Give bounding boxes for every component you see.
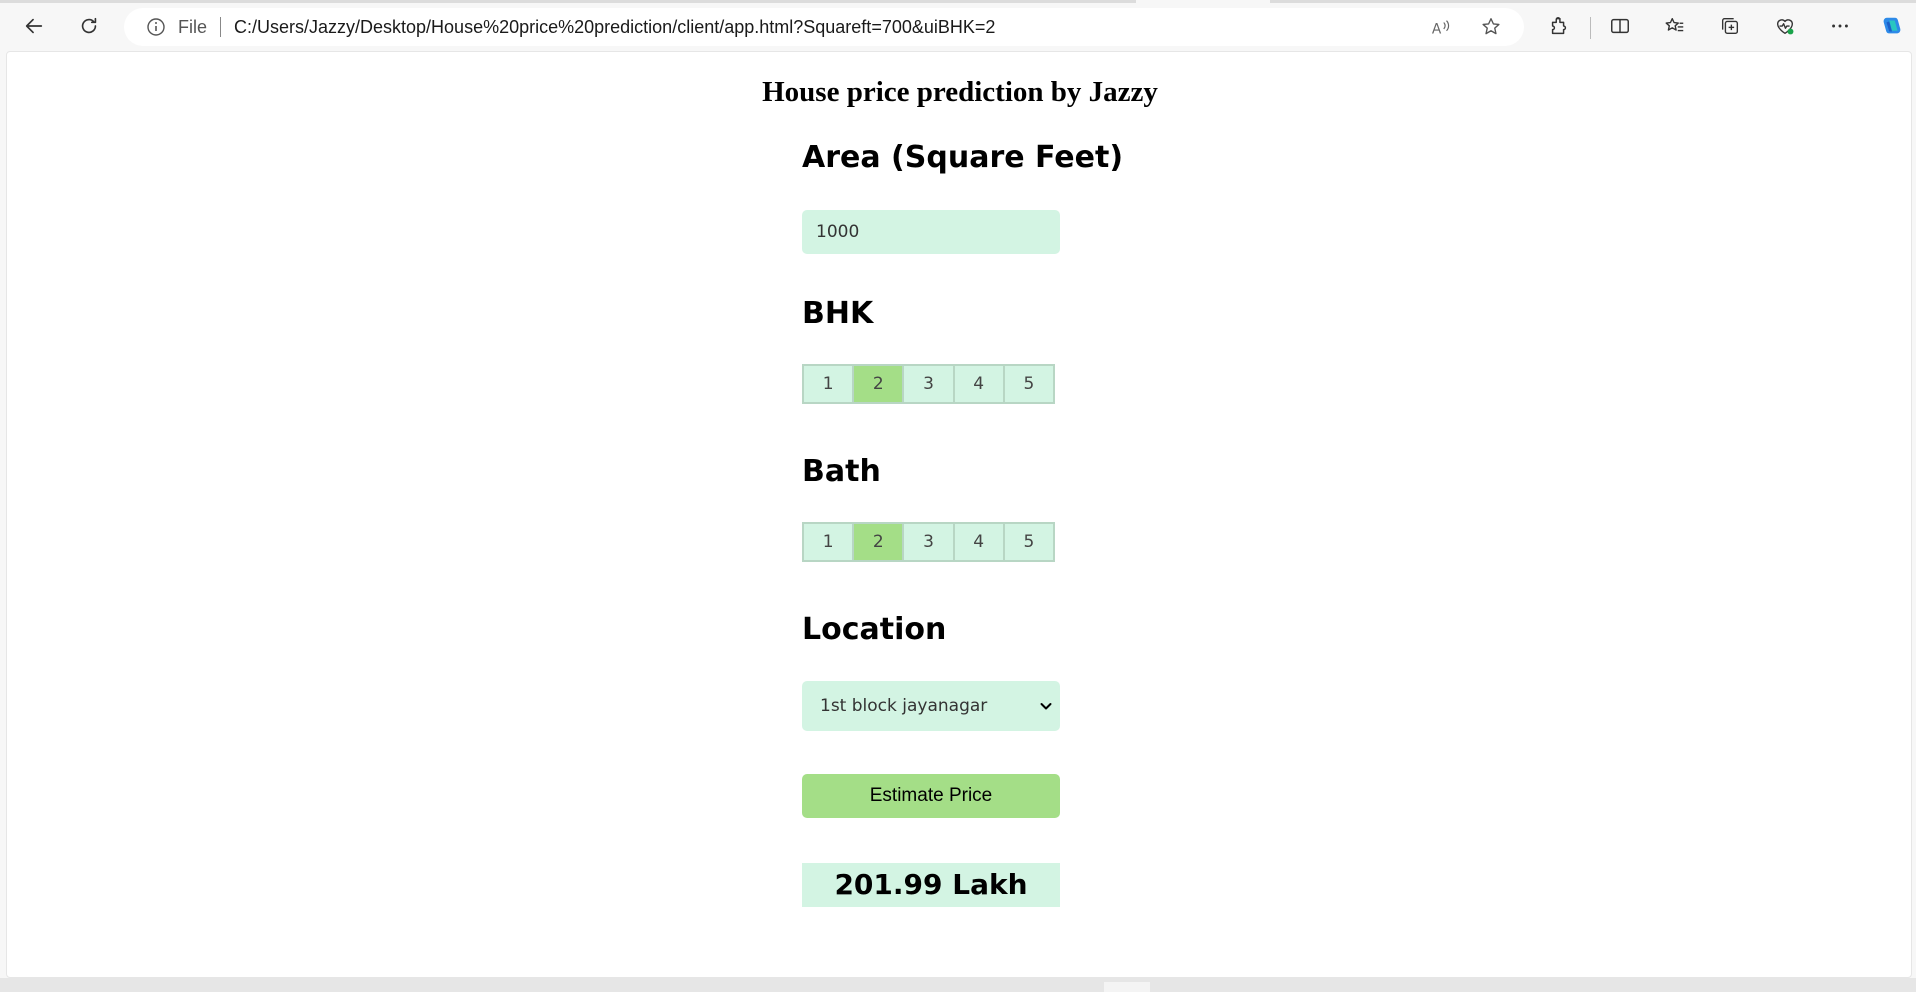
browser-essentials-icon[interactable] xyxy=(1767,8,1803,44)
bath-option-2[interactable]: 2 xyxy=(854,524,905,560)
bhk-option-2[interactable]: 2 xyxy=(854,366,905,402)
browser-toolbar: File C:/Users/Jazzy/Desktop/House%20pric… xyxy=(0,0,1916,50)
bath-option-1[interactable]: 1 xyxy=(804,524,855,560)
split-screen-icon[interactable] xyxy=(1602,8,1638,44)
bhk-option-4[interactable]: 4 xyxy=(954,366,1005,402)
info-icon[interactable] xyxy=(146,17,166,37)
svg-text:A: A xyxy=(1432,22,1442,38)
file-label: File xyxy=(178,17,208,37)
bottom-scrollbar[interactable] xyxy=(0,978,1916,992)
bath-radio-group: 1 2 3 4 5 xyxy=(802,522,1055,562)
tab-strip-edge xyxy=(1270,0,1916,3)
collections-icon[interactable] xyxy=(1712,8,1748,44)
page-title: House price prediction by Jazzy xyxy=(762,76,1158,108)
price-result: 201.99 Lakh xyxy=(802,863,1060,907)
area-input[interactable] xyxy=(802,210,1060,254)
location-select[interactable]: 1st block jayanagar xyxy=(802,681,1060,731)
area-label: Area (Square Feet) xyxy=(802,140,1124,175)
bath-option-5[interactable]: 5 xyxy=(1004,524,1054,560)
bhk-option-3[interactable]: 3 xyxy=(904,366,955,402)
bath-label: Bath xyxy=(802,454,881,489)
bhk-option-5[interactable]: 5 xyxy=(1004,366,1054,402)
chevron-down-icon xyxy=(1040,703,1052,710)
favorites-icon[interactable] xyxy=(1657,8,1693,44)
bath-option-3[interactable]: 3 xyxy=(904,524,955,560)
extensions-icon[interactable] xyxy=(1541,8,1577,44)
bhk-option-1[interactable]: 1 xyxy=(804,366,855,402)
address-divider xyxy=(220,17,221,37)
location-selected-value: 1st block jayanagar xyxy=(820,696,988,716)
tab-strip-edge xyxy=(0,0,1136,3)
scrollbar-thumb[interactable] xyxy=(1104,982,1150,992)
bhk-radio-group: 1 2 3 4 5 xyxy=(802,364,1055,404)
toolbar-divider xyxy=(1590,17,1591,39)
page-viewport: House price prediction by Jazzy Area (Sq… xyxy=(6,51,1912,978)
estimate-price-button[interactable]: Estimate Price xyxy=(802,774,1060,818)
copilot-icon[interactable] xyxy=(1874,8,1910,44)
bath-option-4[interactable]: 4 xyxy=(954,524,1005,560)
favorite-star-icon[interactable] xyxy=(1480,16,1502,38)
address-bar[interactable]: File C:/Users/Jazzy/Desktop/House%20pric… xyxy=(124,8,1524,46)
read-aloud-icon[interactable]: A xyxy=(1430,17,1452,39)
url-text[interactable]: C:/Users/Jazzy/Desktop/House%20price%20p… xyxy=(234,17,995,38)
location-label: Location xyxy=(802,612,947,647)
refresh-icon[interactable] xyxy=(71,8,107,44)
back-icon[interactable] xyxy=(16,8,52,44)
bhk-label: BHK xyxy=(802,296,874,331)
more-icon[interactable] xyxy=(1822,8,1858,44)
